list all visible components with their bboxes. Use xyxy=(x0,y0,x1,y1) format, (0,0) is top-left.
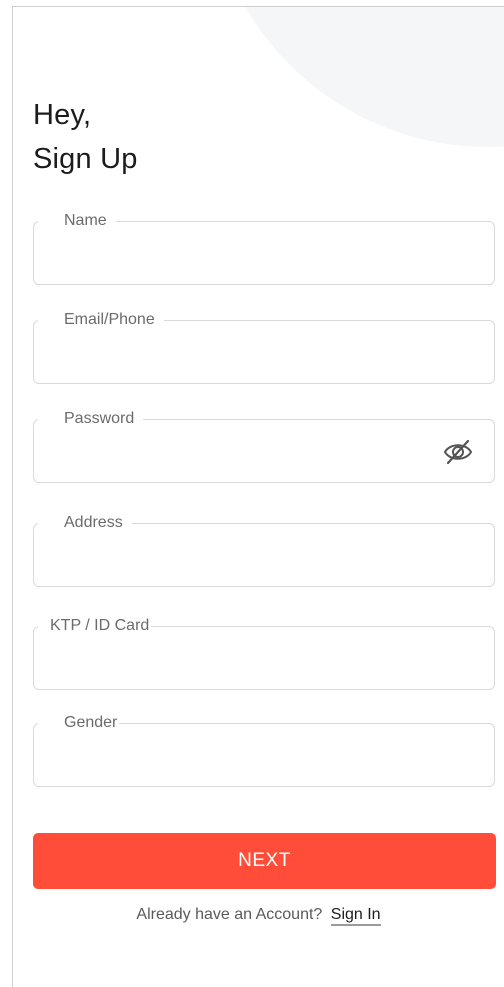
email-phone-field: Email/Phone xyxy=(33,310,495,384)
address-input[interactable] xyxy=(34,524,494,586)
gender-input[interactable] xyxy=(34,724,494,786)
ktp-id-card-input[interactable] xyxy=(34,627,494,689)
password-field: Password xyxy=(33,409,495,483)
title-greeting: Hey, xyxy=(33,99,92,131)
background-circle xyxy=(208,7,504,147)
signup-screen: Hey, Sign Up Name Email/Phone Password A… xyxy=(12,6,504,987)
gender-field: Gender xyxy=(33,713,495,787)
name-field: Name xyxy=(33,211,495,285)
address-field: Address xyxy=(33,513,495,587)
name-input[interactable] xyxy=(34,222,494,284)
title-signup: Sign Up xyxy=(33,143,138,175)
email-phone-input[interactable] xyxy=(34,321,494,383)
signin-link[interactable]: Sign In xyxy=(330,906,381,926)
signin-prompt: Already have an Account? Sign In xyxy=(13,906,504,926)
signin-prompt-text: Already have an Account? xyxy=(136,906,323,923)
next-button[interactable]: NEXT xyxy=(33,833,496,889)
page-title: Hey, Sign Up xyxy=(33,93,138,181)
ktp-id-card-field: KTP / ID Card xyxy=(33,616,495,690)
eye-off-icon[interactable] xyxy=(442,438,474,466)
password-input[interactable] xyxy=(34,420,494,482)
